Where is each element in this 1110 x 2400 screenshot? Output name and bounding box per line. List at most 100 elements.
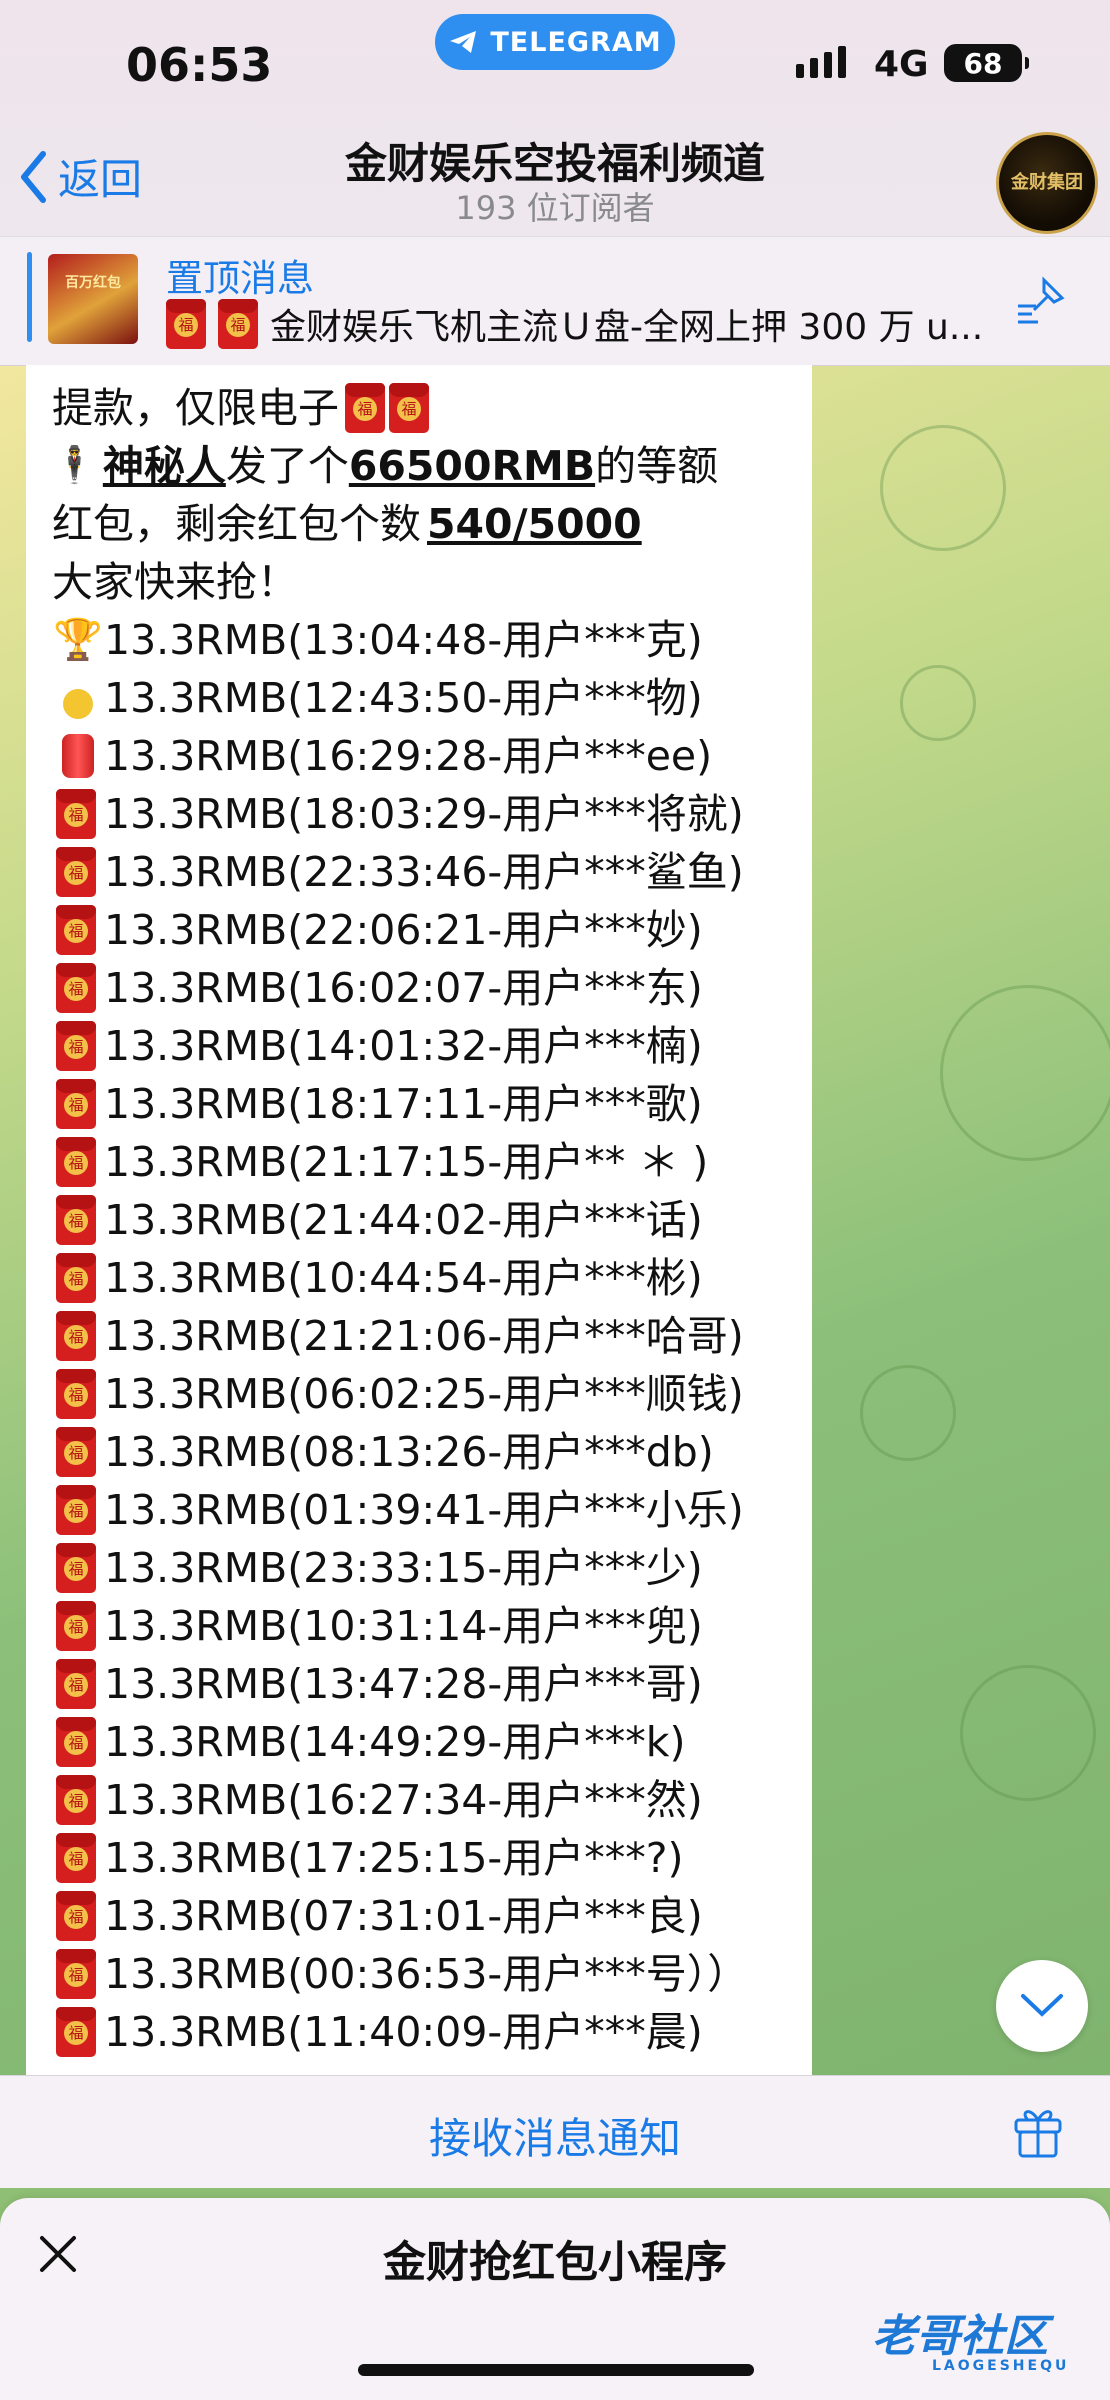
red-packet-icon <box>52 1311 104 1361</box>
pinned-thumbnail-text: 百万红包 <box>65 275 121 291</box>
red-packet-icon <box>52 1659 104 1709</box>
red-packet-icon <box>52 1775 104 1825</box>
remaining-count: 540/5000 <box>427 500 642 548</box>
medal-icon <box>52 683 104 719</box>
red-packet-glyph <box>56 1253 96 1303</box>
red-packet-icon <box>52 1253 104 1303</box>
red-packet-glyph <box>56 1601 96 1651</box>
claim-row: 13.3RMB(21:17:15-用户** ＊ ) <box>52 1133 792 1191</box>
red-packet-icon <box>389 383 429 433</box>
claim-text: 13.3RMB(17:25:15-用户***?) <box>104 1834 684 1882</box>
claim-row: 13.3RMB(22:06:21-用户***妙) <box>52 901 792 959</box>
red-packet-icon <box>52 789 104 839</box>
red-packet-icon <box>52 1485 104 1535</box>
red-packet-glyph <box>56 1195 96 1245</box>
subscriber-count: 193 位订阅者 <box>455 189 655 227</box>
claim-row: 13.3RMB(00:36:53-用户***号）） <box>52 1945 792 2003</box>
pinned-label: 置顶消息 <box>166 257 314 300</box>
avatar-label: 金财集团 <box>1011 172 1083 194</box>
telegram-pill[interactable]: TELEGRAM <box>435 14 675 70</box>
mini-app-title: 金财抢红包小程序 <box>383 2238 727 2288</box>
claim-row: 13.3RMB(23:33:15-用户***少) <box>52 1539 792 1597</box>
red-packet-glyph <box>56 847 96 897</box>
red-packet-icon <box>52 1137 104 1187</box>
message-line: 大家快来抢！ <box>52 553 792 611</box>
trophy-glyph: 🏆 <box>53 617 103 663</box>
message-line: 🕴 神秘人 发了个 66500RMB 的等额 <box>52 437 792 495</box>
red-packet-glyph <box>56 2007 96 2057</box>
claim-text: 13.3RMB(21:44:02-用户***话) <box>104 1196 703 1244</box>
red-packet-glyph <box>56 789 96 839</box>
network-type: 4G <box>874 44 929 85</box>
pin-list-icon[interactable] <box>1014 276 1070 326</box>
back-button[interactable]: 返回 <box>18 146 142 207</box>
claim-text: 13.3RMB(14:49:29-用户***k) <box>104 1718 686 1766</box>
claim-text: 13.3RMB(22:33:46-用户***鲨鱼) <box>104 848 744 896</box>
red-packet-icon <box>52 1601 104 1651</box>
red-packet-icon <box>52 2007 104 2057</box>
gift-icon[interactable] <box>1010 2100 1066 2160</box>
claim-text: 13.3RMB(21:17:15-用户** ＊ ) <box>104 1138 709 1186</box>
spy-icon: 🕴 <box>52 445 97 486</box>
red-packet-icon <box>52 1833 104 1883</box>
red-packet-glyph <box>56 1833 96 1883</box>
red-packet-icon <box>345 383 385 433</box>
watermark-sub: LAOGESHEQU <box>932 2358 1070 2374</box>
claim-text: 13.3RMB(10:44:54-用户***彬) <box>104 1254 703 1302</box>
red-packet-icon <box>52 1543 104 1593</box>
claim-text: 13.3RMB(18:17:11-用户***歌) <box>104 1080 703 1128</box>
red-packet-glyph <box>56 1949 96 1999</box>
watermark-text: 老哥社区 <box>872 2311 1048 2362</box>
claim-text: 13.3RMB(00:36:53-用户***号）） <box>104 1950 749 1998</box>
red-packet-icon <box>52 847 104 897</box>
status-time: 06:53 <box>126 38 273 92</box>
claim-text: 13.3RMB(18:03:29-用户***将就) <box>104 790 744 838</box>
claim-row: 13.3RMB(22:33:46-用户***鲨鱼) <box>52 843 792 901</box>
claim-row: 13.3RMB(08:13:26-用户***db) <box>52 1423 792 1481</box>
red-packet-icon <box>52 1891 104 1941</box>
claim-text: 13.3RMB(16:27:34-用户***然) <box>104 1776 703 1824</box>
sent-text: 发了个 <box>225 442 349 490</box>
claim-row: 🏆 13.3RMB(13:04:48-用户***克) <box>52 611 792 669</box>
red-packet-glyph <box>56 1717 96 1767</box>
red-packet-glyph <box>56 1485 96 1535</box>
can-glyph <box>62 734 94 778</box>
channel-avatar[interactable]: 金财集团 <box>996 132 1098 234</box>
notify-button[interactable]: 接收消息通知 <box>0 2105 1110 2166</box>
message-bubble: 提款，仅限电子 🕴 神秘人 发了个 66500RMB 的等额 红包，剩余红包个数… <box>26 365 812 2075</box>
telegram-pill-label: TELEGRAM <box>490 26 662 58</box>
sender-name[interactable]: 神秘人 <box>103 437 226 495</box>
medal-glyph <box>63 689 93 719</box>
red-packet-icon <box>52 1369 104 1419</box>
red-packet-icon <box>52 1427 104 1477</box>
claim-row: 13.3RMB(11:40:09-用户***晨) <box>52 2003 792 2061</box>
claim-row: 13.3RMB(01:39:41-用户***小乐) <box>52 1481 792 1539</box>
red-packet-icon <box>166 299 206 349</box>
claim-row: 13.3RMB(21:44:02-用户***话) <box>52 1191 792 1249</box>
claim-text: 13.3RMB(16:02:07-用户***东) <box>104 964 703 1012</box>
red-packet-glyph <box>56 1775 96 1825</box>
red-packet-glyph <box>56 1137 96 1187</box>
red-packet-icon <box>52 1949 104 1999</box>
claim-row: 13.3RMB(14:01:32-用户***楠) <box>52 1017 792 1075</box>
claim-text: 13.3RMB(07:31:01-用户***良) <box>104 1892 703 1940</box>
claim-row: 13.3RMB(16:27:34-用户***然) <box>52 1771 792 1829</box>
trophy-icon: 🏆 <box>52 611 104 669</box>
scroll-down-button[interactable] <box>996 1960 1088 2052</box>
claim-text: 13.3RMB(21:21:06-用户***哈哥) <box>104 1312 744 1360</box>
claim-row: 13.3RMB(18:03:29-用户***将就) <box>52 785 792 843</box>
red-packet-glyph <box>56 1659 96 1709</box>
claim-row: 13.3RMB(18:17:11-用户***歌) <box>52 1075 792 1133</box>
telegram-icon <box>450 31 477 53</box>
claim-text: 13.3RMB(13:04:48-用户***克) <box>104 616 703 664</box>
claim-text: 13.3RMB(22:06:21-用户***妙) <box>104 906 703 954</box>
pinned-text: 金财娱乐飞机主流Ｕ盘-全网上押 300 万 u... <box>270 307 984 348</box>
intro-text: 提款，仅限电子 <box>52 384 339 432</box>
red-packet-glyph <box>56 963 96 1013</box>
red-packet-glyph <box>56 1311 96 1361</box>
claim-row: 13.3RMB(17:25:15-用户***?) <box>52 1829 792 1887</box>
call-to-action: 大家快来抢！ <box>52 558 298 606</box>
channel-title[interactable]: 金财娱乐空投福利频道 <box>250 130 860 191</box>
claim-row: 13.3RMB(12:43:50-用户***物) <box>52 669 792 727</box>
chevron-left-icon <box>21 150 46 203</box>
